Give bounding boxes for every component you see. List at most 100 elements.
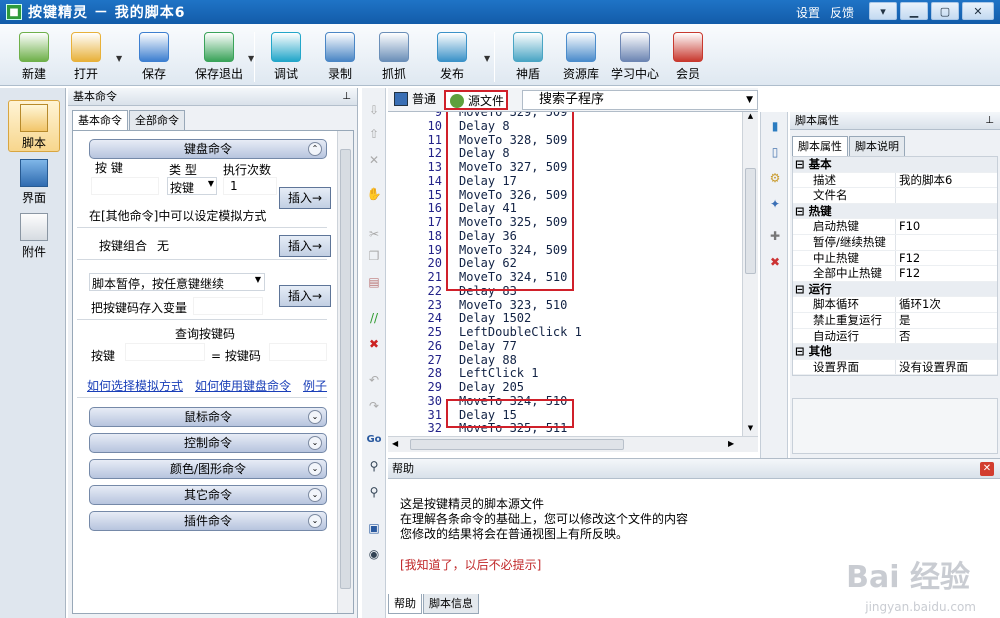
collapse-icon[interactable]: ⌃ <box>308 142 322 156</box>
property-category[interactable]: ⊟ 其他 <box>793 344 997 360</box>
source-view-button[interactable]: 源文件 <box>444 90 508 110</box>
scroll-down-icon[interactable]: ▼ <box>743 424 758 436</box>
toolbar-shield-button[interactable]: 神盾 <box>508 30 548 86</box>
command-scrollbar[interactable] <box>337 131 353 613</box>
code-line[interactable]: 26 Delay 77 <box>388 339 742 354</box>
property-row[interactable]: 文件名 <box>793 188 997 204</box>
paste-icon[interactable]: ▤ <box>366 274 382 290</box>
link-simulation-mode[interactable]: 如何选择模拟方式 <box>87 377 183 394</box>
settings-link[interactable]: 设置 <box>796 4 820 21</box>
toolbar-new-file-button[interactable]: 新建 <box>14 30 54 86</box>
property-category[interactable]: ⊟ 基本 <box>793 157 997 173</box>
collapse-icon[interactable]: ⊟ <box>795 344 809 358</box>
delete-icon[interactable]: ✕ <box>366 152 382 168</box>
code-line[interactable]: 24 Delay 1502 <box>388 311 742 326</box>
insert-pause-button[interactable]: 插入→ <box>279 285 331 307</box>
uncomment-icon[interactable]: ✖ <box>366 336 382 352</box>
pin-icon[interactable]: ⊥ <box>342 88 351 106</box>
dropdown-arrow-icon[interactable]: ▼ <box>116 54 122 63</box>
move-down-icon[interactable]: ⇩ <box>366 102 382 118</box>
property-row[interactable]: 描述 我的脚本6 <box>793 172 997 189</box>
query-code-input[interactable] <box>269 343 327 361</box>
page-icon[interactable]: ▯ <box>767 144 783 160</box>
property-row[interactable]: 自动运行否 <box>793 328 997 345</box>
times-input[interactable]: 1 <box>223 177 277 195</box>
keyboard-command-group[interactable]: 键盘命令 ⌃ <box>89 139 327 159</box>
tab-basic-commands[interactable]: 基本命令 <box>72 110 128 131</box>
source-code-editor[interactable]: 9 MoveTo 329, 509 10 Delay 8 11 MoveTo 328, 5… <box>388 112 742 436</box>
expand-icon[interactable]: ⌄ <box>308 410 322 424</box>
code-line[interactable]: 27 Delay 88 <box>388 353 742 368</box>
color-command-group[interactable]: 颜色/图形命令 ⌄ <box>89 459 327 479</box>
tab-help[interactable]: 帮助 <box>388 594 422 614</box>
plugin-command-group[interactable]: 插件命令 ⌄ <box>89 511 327 531</box>
view-icon[interactable]: ▣ <box>366 520 382 536</box>
toolbar-record-button[interactable]: 录制 <box>320 30 360 86</box>
scroll-thumb[interactable] <box>340 149 351 589</box>
combo-value[interactable]: 无 <box>157 237 169 254</box>
close-icon[interactable]: ✕ <box>980 462 994 476</box>
menu-dropdown-button[interactable]: ▾ <box>869 2 897 20</box>
tab-script-properties[interactable]: 脚本属性 <box>792 136 848 157</box>
property-row[interactable]: 全部中止热键 F12 <box>793 266 997 282</box>
scroll-right-icon[interactable]: ▶ <box>728 439 734 448</box>
redo-icon[interactable]: ↷ <box>366 398 382 414</box>
code-line[interactable]: 28 LeftClick 1 <box>388 366 742 381</box>
collapse-icon[interactable]: ⊟ <box>795 282 809 296</box>
tab-script-info[interactable]: 脚本信息 <box>423 594 479 614</box>
link-example[interactable]: 例子 <box>303 377 327 394</box>
link-keyboard-usage[interactable]: 如何使用键盘命令 <box>195 377 291 394</box>
tab-script-description[interactable]: 脚本说明 <box>849 136 905 156</box>
scroll-thumb[interactable] <box>410 439 624 450</box>
goto-icon[interactable]: Go <box>366 432 382 448</box>
cut-icon[interactable]: ✂ <box>366 226 382 242</box>
maximize-button[interactable]: ▢ <box>931 2 959 20</box>
property-row[interactable]: 设置界面 没有设置界面 <box>793 359 997 376</box>
toolbar-publish-button[interactable]: 发布 <box>432 30 472 86</box>
property-category[interactable]: ⊟ 热键 <box>793 203 997 220</box>
subroutine-search[interactable]: 搜索子程序 ▼ <box>522 90 758 110</box>
collapse-icon[interactable]: ⊟ <box>795 204 809 218</box>
property-row[interactable]: 禁止重复运行是 <box>793 312 997 329</box>
expand-icon[interactable]: ⌄ <box>308 488 322 502</box>
minimize-button[interactable]: ▁ <box>900 2 928 20</box>
copy-icon[interactable]: ❐ <box>366 248 382 264</box>
scroll-thumb[interactable] <box>745 168 756 274</box>
type-select[interactable]: 按键 ▼ <box>167 177 217 195</box>
property-row[interactable]: 中止热键 F12 <box>793 250 997 267</box>
toolbar-open-folder-button[interactable]: 打开 <box>66 30 106 86</box>
gear-icon[interactable]: ⚙ <box>767 170 783 186</box>
dismiss-tip-link[interactable]: [我知道了，以后不必提示] <box>400 556 541 573</box>
nav-item-ui[interactable]: 界面 <box>8 156 60 208</box>
property-row[interactable]: 暂停/继续热键 <box>793 234 997 251</box>
code-scrollbar-horizontal[interactable]: ◀ ▶ <box>388 436 758 452</box>
comment-icon[interactable]: // <box>366 310 382 326</box>
code-line[interactable]: 29 Delay 205 <box>388 380 742 395</box>
hand-icon[interactable]: ✋ <box>366 186 382 202</box>
feedback-link[interactable]: 反馈 <box>830 4 854 21</box>
code-scrollbar-vertical[interactable]: ▲ ▼ <box>742 112 758 436</box>
replace-icon[interactable]: ⚲ <box>366 484 382 500</box>
code-line[interactable]: 23 MoveTo 323, 510 <box>388 298 742 313</box>
toolbar-save-button[interactable]: 保存 <box>134 30 174 86</box>
plugin-icon[interactable]: ✦ <box>767 196 783 212</box>
close-button[interactable]: ✕ <box>962 2 994 20</box>
control-command-group[interactable]: 控制命令 ⌄ <box>89 433 327 453</box>
scroll-up-icon[interactable]: ▲ <box>743 112 758 124</box>
key-input[interactable] <box>91 177 159 195</box>
pin-icon[interactable]: ⊥ <box>985 112 994 130</box>
toolbar-debug-button[interactable]: 调试 <box>266 30 306 86</box>
toolbar-learn-button[interactable]: 学习中心 <box>606 30 664 86</box>
book-icon[interactable]: ▮ <box>767 118 783 134</box>
property-row[interactable]: 脚本循环 循环1次 <box>793 297 997 313</box>
find-icon[interactable]: ⚲ <box>366 458 382 474</box>
property-row[interactable]: 启动热键 F10 <box>793 219 997 235</box>
nav-item-script[interactable]: 脚本 <box>8 100 60 152</box>
preview-icon[interactable]: ◉ <box>366 546 382 562</box>
dropdown-arrow-icon[interactable]: ▼ <box>484 54 490 63</box>
toolbar-save-exit-button[interactable]: 保存退出 <box>190 30 248 86</box>
insert-key-button[interactable]: 插入→ <box>279 187 331 209</box>
expand-icon[interactable]: ⌄ <box>308 436 322 450</box>
property-category[interactable]: ⊟ 运行 <box>793 281 997 298</box>
expand-icon[interactable]: ⌄ <box>308 462 322 476</box>
